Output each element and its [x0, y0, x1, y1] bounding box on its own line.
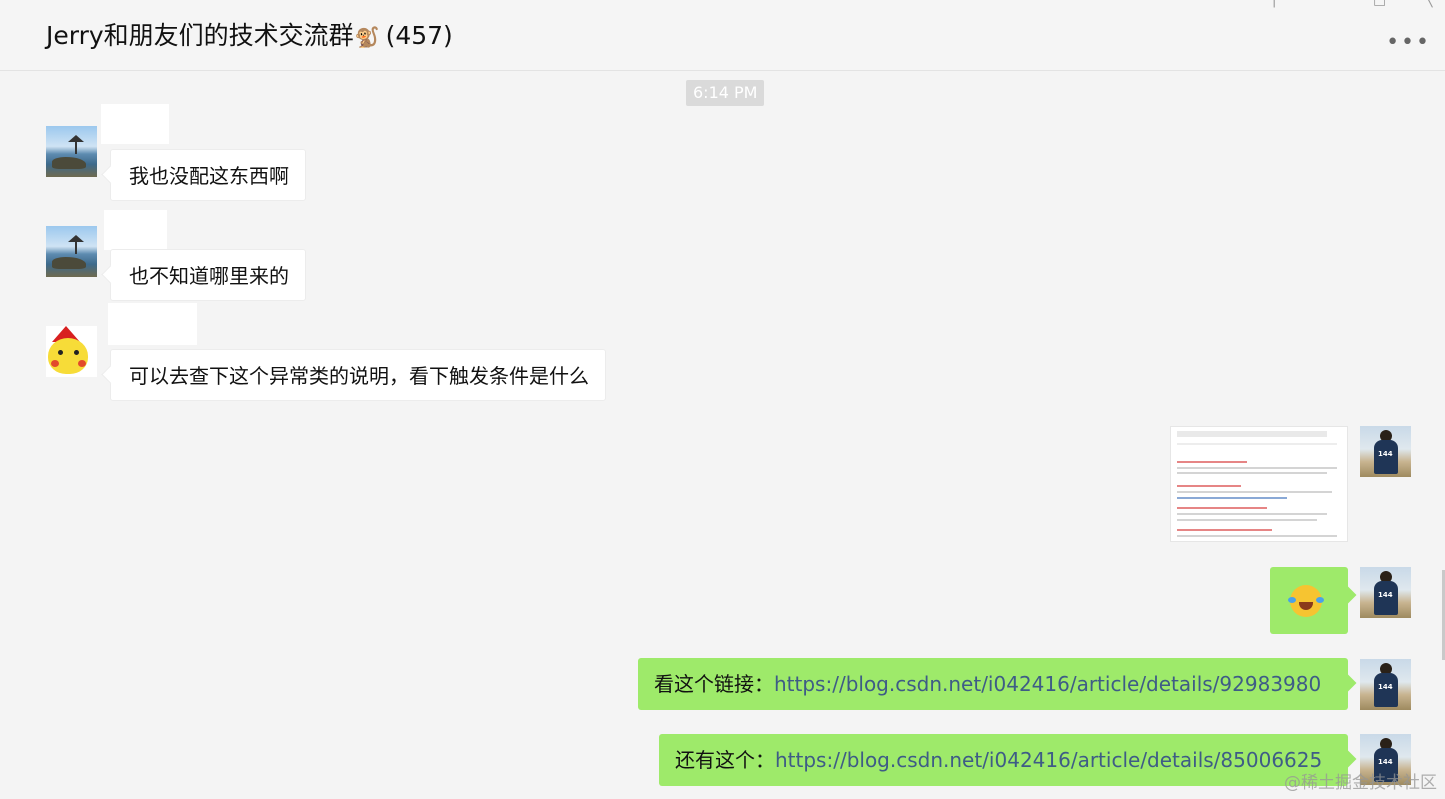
thumb-result-text	[1177, 519, 1317, 521]
thumb-result-title	[1177, 507, 1267, 509]
message-timestamp: 6:14 PM	[686, 80, 765, 106]
sender-name-redacted	[104, 210, 167, 250]
chat-title[interactable]: Jerry和朋友们的技术交流群🐒 (457)	[46, 16, 453, 52]
thumb-result-title	[1177, 461, 1247, 463]
message-bubble-incoming[interactable]: 我也没配这东西啊	[110, 149, 306, 201]
rock-shape	[52, 157, 86, 169]
my-avatar[interactable]: 144	[1360, 567, 1411, 618]
message-bubble-outgoing[interactable]: 看这个链接：https://blog.csdn.net/i042416/arti…	[638, 658, 1348, 710]
pavilion-shape	[68, 135, 84, 142]
mouth-shape	[1299, 602, 1313, 610]
pikachu-face-shape	[48, 338, 88, 374]
cheek-shape	[51, 360, 59, 367]
monkey-emoji-icon: 🐒	[354, 25, 380, 49]
chat-header: Jerry和朋友们的技术交流群🐒 (457) ••• ┼ □ ╲	[0, 0, 1445, 71]
pavilion-pillar	[75, 142, 77, 154]
my-avatar[interactable]: 144	[1360, 659, 1411, 710]
sender-name-redacted	[108, 303, 197, 345]
pin-icon[interactable]: ┼	[1270, 0, 1278, 8]
thumb-result-meta	[1177, 497, 1287, 499]
eye-shape	[74, 350, 79, 355]
thumb-result-text	[1177, 467, 1337, 469]
close-icon[interactable]: ╲	[1424, 0, 1432, 8]
member-count: (457)	[385, 21, 453, 50]
thumb-result-title	[1177, 485, 1241, 487]
sender-name-redacted	[101, 104, 169, 144]
thumb-result-text	[1177, 491, 1332, 493]
thumb-tabs	[1177, 443, 1337, 445]
message-text: 我也没配这东西啊	[129, 164, 289, 188]
message-bubble-outgoing[interactable]: 还有这个：https://blog.csdn.net/i042416/artic…	[659, 734, 1348, 786]
eye-shape	[58, 350, 63, 355]
thumb-search-bar	[1177, 431, 1327, 437]
sender-avatar[interactable]	[46, 326, 97, 377]
laughing-crying-emoji-icon	[1288, 585, 1324, 617]
pavilion-pillar	[75, 242, 77, 254]
jersey-number-decor: 144	[1378, 450, 1393, 458]
rock-shape	[52, 257, 86, 269]
more-dots-icon[interactable]: •••	[1386, 30, 1431, 55]
thumb-result-text	[1177, 535, 1337, 537]
message-text: 可以去查下这个异常类的说明，看下触发条件是什么	[129, 364, 589, 388]
jersey-number-decor: 144	[1378, 591, 1393, 599]
jersey-number-decor: 144	[1378, 683, 1393, 691]
maximize-icon[interactable]: □	[1373, 0, 1386, 8]
tear-shape	[1288, 597, 1296, 603]
watermark: @稀土掘金技术社区	[1284, 773, 1437, 793]
group-name: Jerry和朋友们的技术交流群	[46, 21, 354, 50]
message-prefix: 看这个链接：	[654, 672, 774, 696]
my-avatar[interactable]: 144	[1360, 426, 1411, 477]
image-message[interactable]	[1170, 426, 1348, 542]
cheek-shape	[78, 360, 86, 367]
thumb-result-text	[1177, 513, 1327, 515]
sender-avatar[interactable]	[46, 126, 97, 177]
message-text: 也不知道哪里来的	[129, 264, 289, 288]
message-bubble-incoming[interactable]: 也不知道哪里来的	[110, 249, 306, 301]
sender-avatar[interactable]	[46, 226, 97, 277]
pavilion-shape	[68, 235, 84, 242]
message-link[interactable]: https://blog.csdn.net/i042416/article/de…	[774, 672, 1321, 696]
thumb-result-title	[1177, 529, 1272, 531]
tear-shape	[1316, 597, 1324, 603]
message-prefix: 还有这个：	[675, 748, 775, 772]
emoji-message[interactable]	[1270, 567, 1348, 634]
message-bubble-incoming[interactable]: 可以去查下这个异常类的说明，看下触发条件是什么	[110, 349, 606, 401]
thumb-result-text	[1177, 472, 1327, 474]
chat-window: Jerry和朋友们的技术交流群🐒 (457) ••• ┼ □ ╲ 6:14 PM …	[0, 0, 1445, 799]
message-link[interactable]: https://blog.csdn.net/i042416/article/de…	[775, 748, 1322, 772]
jersey-number-decor: 144	[1378, 758, 1393, 766]
